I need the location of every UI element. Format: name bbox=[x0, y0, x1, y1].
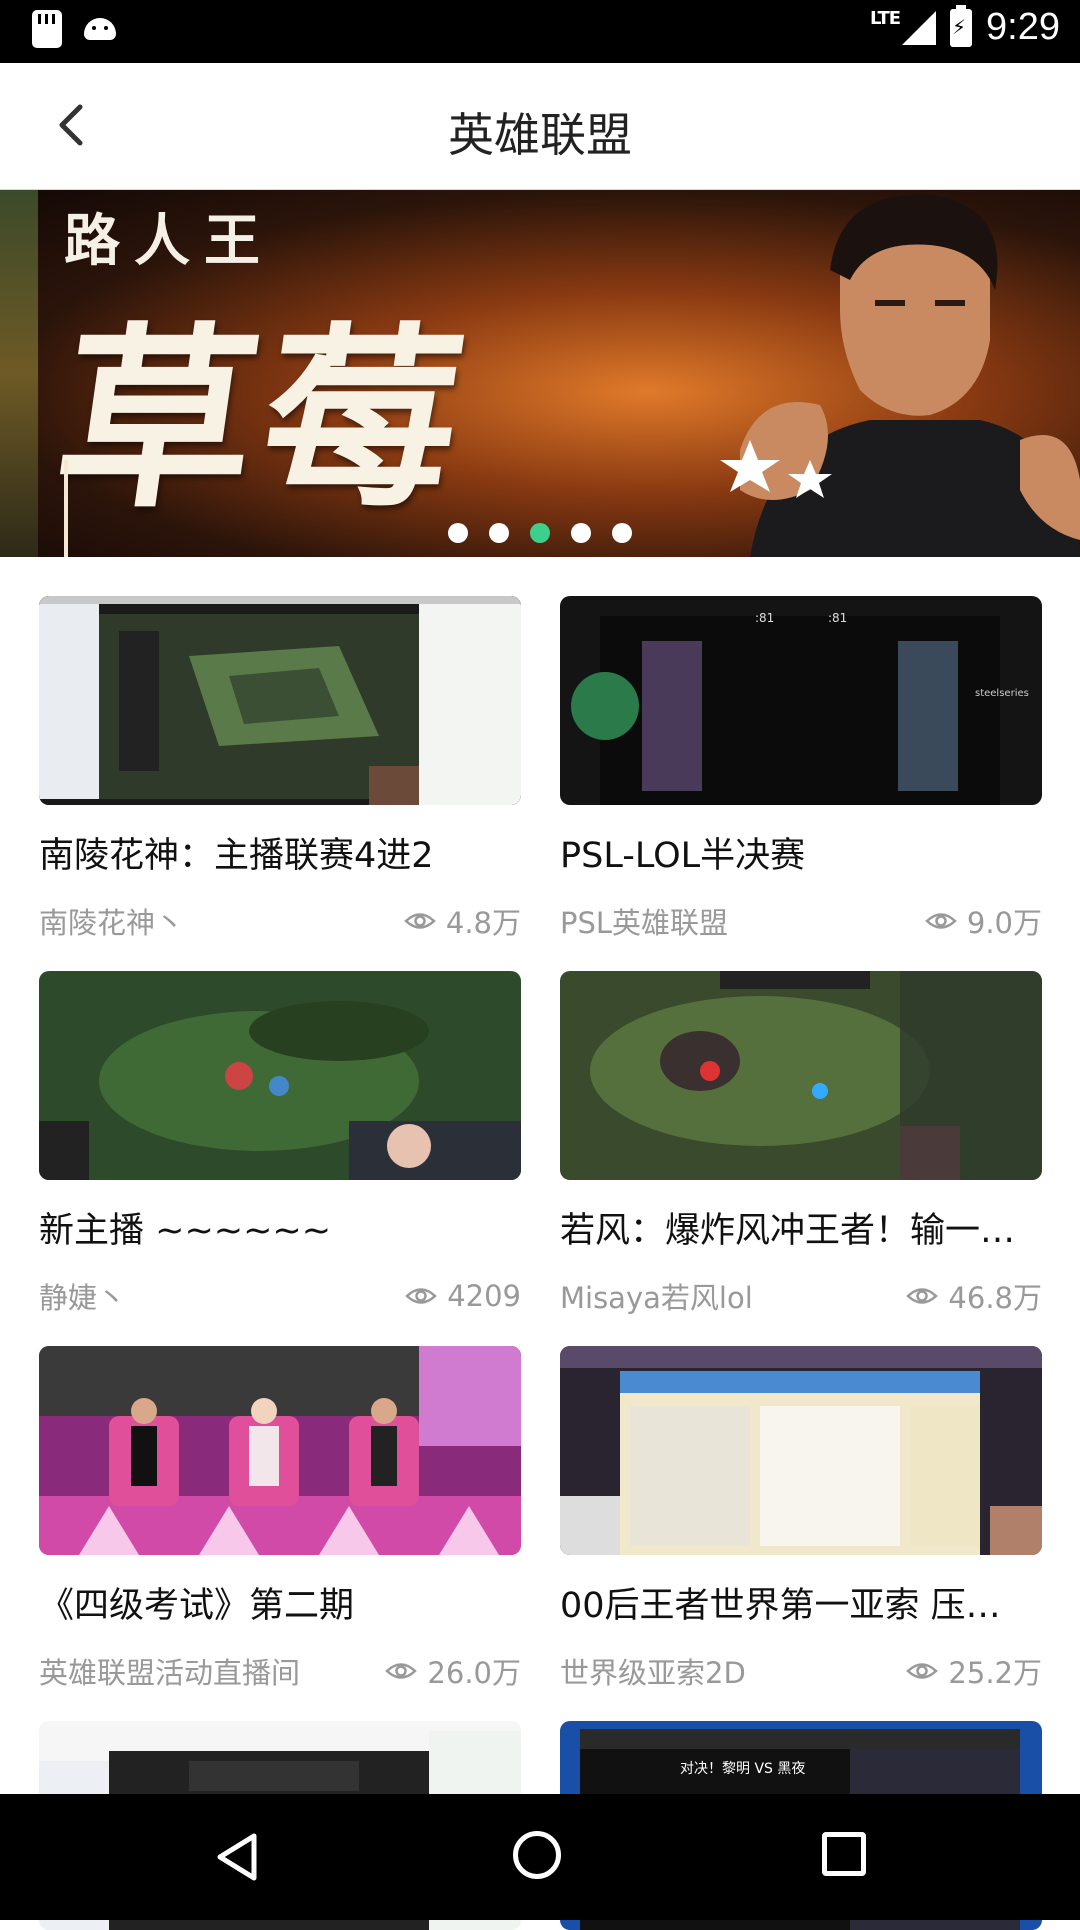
psl-timer-right: :81 bbox=[828, 611, 847, 625]
thumbnail-image bbox=[39, 596, 521, 805]
carousel-indicator bbox=[0, 523, 1080, 543]
streamer-name: 静婕丶 bbox=[39, 1281, 127, 1315]
stream-card[interactable]: 南陵花神：主播联赛4进2 南陵花神丶 4.8万 bbox=[39, 596, 521, 942]
view-count: 9.0万 bbox=[925, 900, 1042, 942]
streamer-name: 南陵花神丶 bbox=[39, 906, 185, 940]
stream-thumbnail[interactable] bbox=[39, 596, 521, 805]
stream-card[interactable]: 新主播 ~~~~~~ 静婕丶 4209 bbox=[39, 971, 521, 1317]
page-title: 英雄联盟 bbox=[448, 108, 632, 162]
eye-icon bbox=[404, 913, 436, 929]
system-nav-bar bbox=[0, 1794, 1080, 1920]
eye-icon bbox=[906, 1663, 939, 1679]
carousel-dot[interactable] bbox=[612, 523, 632, 543]
streamer-name: 英雄联盟活动直播间 bbox=[39, 1656, 301, 1690]
view-count-text: 4.8万 bbox=[445, 906, 521, 940]
signal-icon bbox=[902, 10, 937, 45]
view-count-text: 4209 bbox=[447, 1279, 521, 1313]
banner-prev-peek bbox=[0, 190, 38, 557]
banner-carousel[interactable]: 路人王 草莓 bbox=[0, 190, 1080, 557]
carousel-dot[interactable] bbox=[489, 523, 509, 543]
carousel-dot-active[interactable] bbox=[530, 523, 550, 543]
banner-title: 草莓 bbox=[43, 305, 484, 535]
stream-thumbnail[interactable] bbox=[39, 1346, 521, 1555]
stream-thumbnail[interactable] bbox=[560, 971, 1042, 1180]
view-count: 25.2万 bbox=[906, 1650, 1042, 1692]
streamer-photo bbox=[720, 194, 1080, 557]
psl-sponsor: steelseries bbox=[975, 688, 1029, 699]
streamer-name: Misaya若风lol bbox=[560, 1281, 753, 1315]
stream-title: 新主播 ~~~~~~ bbox=[39, 1211, 332, 1251]
android-icon bbox=[82, 10, 118, 46]
stream-title: 00后王者世界第一亚索 压… bbox=[560, 1586, 1001, 1626]
view-count: 26.0万 bbox=[385, 1650, 521, 1692]
stream-title: 《四级考试》第二期 bbox=[39, 1586, 355, 1626]
thumbnail-image bbox=[39, 1346, 521, 1555]
blue-banner-caption: 对决！黎明 VS 黑夜 bbox=[680, 1761, 805, 1777]
stream-card[interactable]: 00后王者世界第一亚索 压… 世界级亚索2D 25.2万 bbox=[560, 1346, 1042, 1692]
stream-title: 南陵花神：主播联赛4进2 bbox=[39, 836, 434, 876]
view-count-text: 25.2万 bbox=[948, 1656, 1042, 1690]
stream-thumbnail[interactable]: :81 :81 steelseries bbox=[560, 596, 1042, 805]
square-recents-icon[interactable] bbox=[822, 1832, 866, 1876]
stream-card[interactable]: 若风：爆炸风冲王者！输一… Misaya若风lol 46.8万 bbox=[560, 971, 1042, 1317]
triangle-back-icon[interactable] bbox=[214, 1832, 260, 1882]
view-count-text: 9.0万 bbox=[966, 906, 1042, 940]
thumbnail-image bbox=[39, 971, 521, 1180]
network-type: LTE bbox=[869, 8, 901, 29]
thumbnail-image bbox=[560, 971, 1042, 1180]
psl-timer-left: :81 bbox=[755, 611, 774, 625]
eye-icon bbox=[925, 913, 957, 929]
carousel-dot[interactable] bbox=[571, 523, 591, 543]
battery-charging-icon bbox=[950, 4, 973, 47]
thumbnail-image: :81 :81 steelseries bbox=[560, 596, 1042, 805]
stream-thumbnail[interactable] bbox=[560, 1346, 1042, 1555]
view-count: 4209 bbox=[405, 1275, 521, 1317]
thumbnail-image bbox=[560, 1346, 1042, 1555]
status-bar: LTE 9:29 bbox=[0, 0, 1080, 63]
view-count: 46.8万 bbox=[906, 1275, 1042, 1317]
streamer-name: 世界级亚索2D bbox=[560, 1656, 746, 1690]
stream-card[interactable]: 《四级考试》第二期 英雄联盟活动直播间 26.0万 bbox=[39, 1346, 521, 1692]
eye-icon bbox=[906, 1288, 939, 1304]
sd-card-icon bbox=[32, 10, 62, 48]
circle-home-icon[interactable] bbox=[513, 1831, 561, 1879]
stream-thumbnail[interactable] bbox=[39, 971, 521, 1180]
stream-title: 若风：爆炸风冲王者！输一… bbox=[560, 1211, 1016, 1251]
view-count-text: 26.0万 bbox=[427, 1656, 521, 1690]
carousel-dot[interactable] bbox=[448, 523, 468, 543]
eye-icon bbox=[385, 1663, 418, 1679]
stream-title: PSL-LOL半决赛 bbox=[560, 836, 806, 876]
app-bar: 英雄联盟 bbox=[0, 63, 1080, 191]
clock: 9:29 bbox=[986, 6, 1060, 48]
streamer-name: PSL英雄联盟 bbox=[560, 906, 729, 940]
view-count: 4.8万 bbox=[404, 900, 521, 942]
view-count-text: 46.8万 bbox=[948, 1281, 1042, 1315]
stream-card[interactable]: :81 :81 steelseries PSL-LOL半决赛 PSL英雄联盟 9… bbox=[560, 596, 1042, 942]
eye-icon bbox=[405, 1288, 438, 1304]
